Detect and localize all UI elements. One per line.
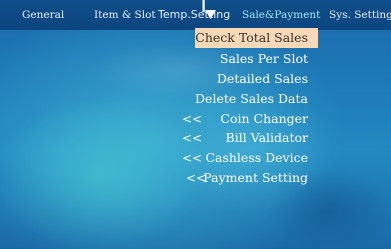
expand-icon: << xyxy=(182,151,203,165)
down-arrow-icon xyxy=(202,0,216,19)
menu-item-check-total-sales[interactable]: Check Total Sales xyxy=(195,28,318,48)
tab-general[interactable]: General xyxy=(22,9,64,21)
tab-temp-setting[interactable]: Temp.Setting xyxy=(158,8,230,21)
menu-item-bill-validator[interactable]: Bill Validator xyxy=(226,130,308,145)
expand-icon: << xyxy=(182,112,203,126)
tab-item-slot[interactable]: Item & Slot xyxy=(94,9,156,21)
tab-sale-payment[interactable]: Sale&Payment xyxy=(242,9,320,21)
top-tab-bar: General Item & Slot Temp.Setting Sale&Pa… xyxy=(0,0,391,30)
menu-item-sales-per-slot[interactable]: Sales Per Slot xyxy=(220,51,308,66)
menu-item-detailed-sales[interactable]: Detailed Sales xyxy=(217,71,308,86)
screen-background: General Item & Slot Temp.Setting Sale&Pa… xyxy=(0,0,391,249)
menu-item-payment-setting[interactable]: Payment Setting xyxy=(203,170,308,185)
menu-item-delete-sales-data[interactable]: Delete Sales Data xyxy=(195,91,308,106)
tab-sys-setting[interactable]: Sys. Setting xyxy=(329,9,391,21)
expand-icon: << xyxy=(182,131,203,145)
menu-item-coin-changer[interactable]: Coin Changer xyxy=(220,111,308,126)
menu-item-cashless-device[interactable]: Cashless Device xyxy=(205,150,308,165)
menu-item-label: Check Total Sales xyxy=(195,30,308,45)
